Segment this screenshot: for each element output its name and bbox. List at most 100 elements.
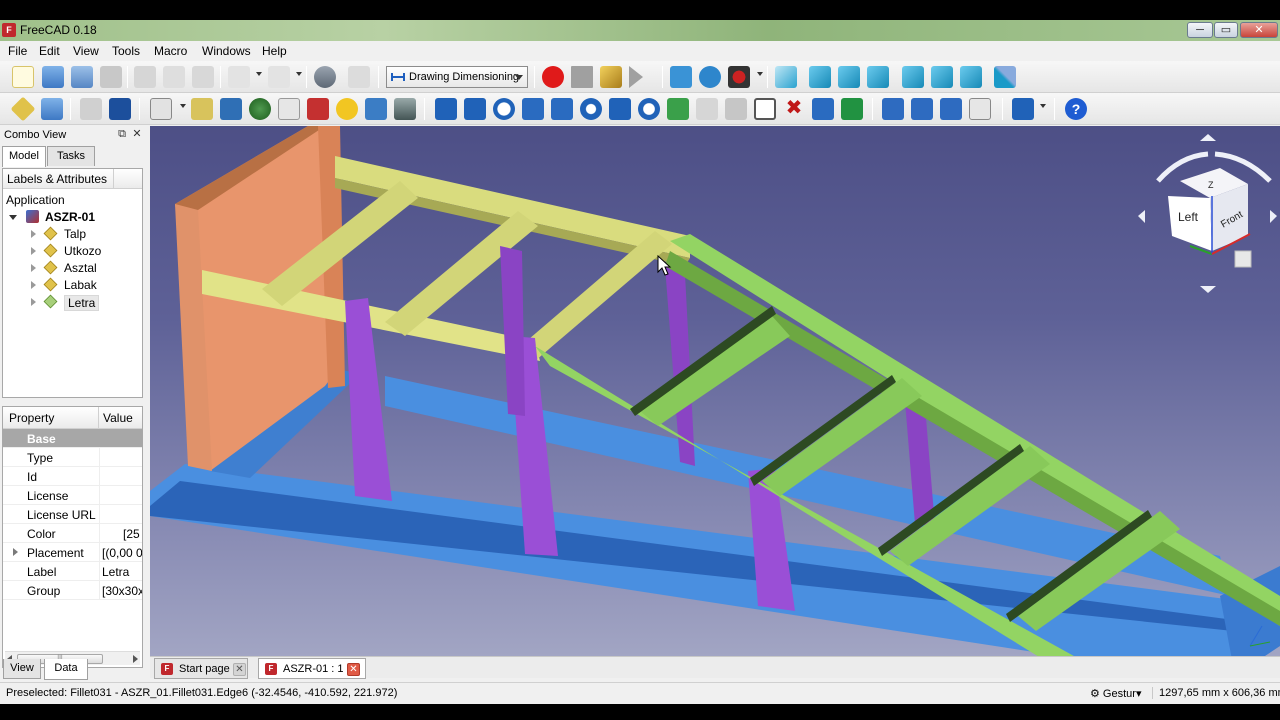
add-note-icon[interactable]	[667, 98, 689, 120]
leg-post-3[interactable]	[500, 246, 525, 416]
arc-dimension-icon[interactable]	[522, 98, 544, 120]
insert-view-icon[interactable]	[191, 98, 213, 120]
open-folder-icon[interactable]	[41, 98, 63, 120]
edit-macro-icon[interactable]	[600, 66, 622, 88]
expand-arrow-icon[interactable]	[31, 247, 36, 255]
clip-icon[interactable]	[307, 98, 329, 120]
property-row-placement[interactable]: Placement [(0,00 0	[3, 543, 142, 562]
center-lines-icon[interactable]	[580, 98, 602, 120]
whats-this-icon[interactable]	[348, 66, 370, 88]
menu-file[interactable]: File	[8, 44, 27, 58]
property-group-base[interactable]: Base	[3, 429, 142, 448]
new-document-icon[interactable]	[12, 66, 34, 88]
property-value[interactable]: [(0,00 0	[102, 546, 142, 560]
menu-view[interactable]: View	[73, 44, 99, 58]
text-icon[interactable]	[696, 98, 718, 120]
property-row-license[interactable]: License	[3, 486, 142, 505]
record-macro-icon[interactable]	[542, 66, 564, 88]
tab-data[interactable]: Data	[44, 659, 88, 680]
redraw-icon[interactable]	[841, 98, 863, 120]
new-part-icon[interactable]	[10, 96, 36, 122]
menu-edit[interactable]: Edit	[39, 44, 60, 58]
escape-icon[interactable]	[812, 98, 834, 120]
tab-aszr-01[interactable]: F ASZR-01 : 1 ✕	[258, 658, 366, 679]
nav-right-arrow-icon[interactable]	[1270, 210, 1277, 223]
view-left-icon[interactable]	[960, 66, 982, 88]
crop-icon[interactable]	[911, 98, 933, 120]
redo-icon[interactable]	[268, 66, 290, 88]
property-value[interactable]: [30x30x	[102, 584, 142, 598]
symbol-icon[interactable]	[278, 98, 300, 120]
cut-icon[interactable]	[134, 66, 156, 88]
3d-viewport[interactable]: Left Front Z	[150, 126, 1280, 676]
view-front-icon[interactable]	[809, 66, 831, 88]
property-row-type[interactable]: Type	[3, 448, 142, 467]
fit-selection-icon[interactable]	[699, 66, 721, 88]
property-row-label[interactable]: Label Letra	[3, 562, 142, 581]
stacked-dimension-icon[interactable]	[464, 98, 486, 120]
menu-macro[interactable]: Macro	[154, 44, 187, 58]
view-rear-icon[interactable]	[902, 66, 924, 88]
close-tab-icon[interactable]: ✕	[347, 663, 360, 676]
paste-icon[interactable]	[192, 66, 214, 88]
balloon-icon[interactable]	[336, 98, 358, 120]
view-isometric-icon[interactable]	[775, 66, 797, 88]
tree-item-talp[interactable]: Talp	[3, 225, 142, 242]
close-button[interactable]: ✕	[1240, 22, 1278, 38]
tab-tasks[interactable]: Tasks	[47, 146, 95, 166]
table-crossbar-3[interactable]	[515, 231, 672, 361]
copy-icon[interactable]	[163, 66, 185, 88]
menu-help[interactable]: Help	[262, 44, 287, 58]
maximize-button[interactable]: ▭	[1214, 22, 1238, 38]
minimize-button[interactable]: ─	[1187, 22, 1213, 38]
refresh-icon[interactable]	[314, 66, 336, 88]
property-row-color[interactable]: Color [25	[3, 524, 142, 543]
close-panel-icon[interactable]: ✕	[131, 128, 143, 140]
property-row-license-url[interactable]: License URL	[3, 505, 142, 524]
menu-tools[interactable]: Tools	[112, 44, 140, 58]
view-right-icon[interactable]	[867, 66, 889, 88]
3d-model-scene[interactable]: Left Front Z	[150, 126, 1280, 676]
dxf-export-icon[interactable]	[969, 98, 991, 120]
redo-dropdown-icon[interactable]	[296, 72, 302, 76]
help-icon[interactable]: ?	[1065, 98, 1087, 120]
nav-down-arrow-icon[interactable]	[1200, 286, 1216, 293]
navigation-style-selector[interactable]: ⚙ Gestur▾	[1090, 687, 1141, 700]
measure-distance-icon[interactable]	[994, 66, 1016, 88]
table-icon[interactable]	[754, 98, 776, 120]
zoom-icon[interactable]	[638, 98, 660, 120]
expand-arrow-icon[interactable]	[13, 548, 18, 556]
undo-dropdown-icon[interactable]	[256, 72, 262, 76]
hatch-icon[interactable]	[882, 98, 904, 120]
tab-start-page[interactable]: F Start page ✕	[154, 658, 248, 679]
workbench-selector[interactable]: Drawing Dimensioning	[386, 66, 528, 88]
tree-item-letra[interactable]: Letra	[3, 293, 142, 311]
print-icon[interactable]	[100, 66, 122, 88]
float-panel-icon[interactable]: ⧉	[116, 128, 128, 140]
annotation-icon[interactable]	[150, 98, 172, 120]
expand-arrow-icon[interactable]	[31, 298, 36, 306]
export-page-icon[interactable]	[109, 98, 131, 120]
navigation-cube[interactable]: Left Front Z	[1138, 134, 1277, 293]
property-value[interactable]: Letra	[102, 565, 142, 579]
tab-view[interactable]: View	[3, 659, 41, 679]
navcube-menu-icon[interactable]	[1234, 250, 1252, 268]
export-svg-icon[interactable]	[394, 98, 416, 120]
new-drawing-icon[interactable]	[80, 98, 102, 120]
property-row-group[interactable]: Group [30x30x	[3, 581, 142, 600]
tab-model[interactable]: Model	[2, 146, 46, 167]
tree-item-utkozo[interactable]: Utkozo	[3, 242, 142, 259]
open-file-icon[interactable]	[42, 66, 64, 88]
property-row-id[interactable]: Id	[3, 467, 142, 486]
fit-all-icon[interactable]	[670, 66, 692, 88]
nav-up-arrow-icon[interactable]	[1200, 134, 1216, 141]
bounding-box-icon[interactable]	[609, 98, 631, 120]
expand-arrow-icon[interactable]	[31, 230, 36, 238]
view-bottom-icon[interactable]	[931, 66, 953, 88]
menu-windows[interactable]: Windows	[202, 44, 251, 58]
linear-dimension-icon[interactable]	[435, 98, 457, 120]
view-top-icon[interactable]	[838, 66, 860, 88]
leader-dropdown-icon[interactable]	[1040, 104, 1046, 108]
annotation-dropdown-icon[interactable]	[180, 104, 186, 108]
run-macro-icon[interactable]	[629, 66, 643, 88]
